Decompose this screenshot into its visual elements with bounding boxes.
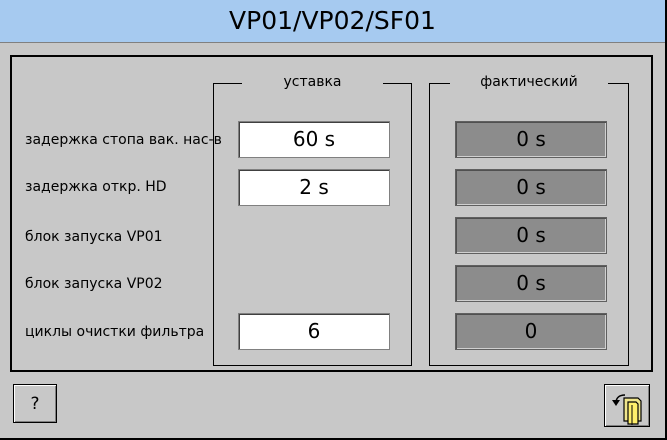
page-title: VP01/VP02/SF01 bbox=[229, 6, 436, 35]
setpoint-hd-open-delay[interactable]: 2 s bbox=[238, 169, 390, 206]
actual-vp02-start-block: 0 s bbox=[455, 265, 607, 302]
row-label-vp02-start-block: блок запуска VP02 bbox=[25, 276, 163, 292]
screen: VP01/VP02/SF01 уставка фактический задер… bbox=[0, 0, 665, 438]
setpoint-vacuum-stop-delay[interactable]: 60 s bbox=[238, 121, 390, 158]
row-label-vacuum-stop-delay: задержка стопа вак. нас-в bbox=[25, 132, 222, 148]
back-button[interactable] bbox=[604, 384, 650, 427]
actual-hd-open-delay: 0 s bbox=[455, 169, 607, 206]
actual-vacuum-stop-delay: 0 s bbox=[455, 121, 607, 158]
setpoint-filter-cleaning-cycles[interactable]: 6 bbox=[238, 313, 390, 350]
row-label-hd-open-delay: задержка откр. HD bbox=[25, 179, 167, 195]
help-button[interactable]: ? bbox=[13, 384, 57, 423]
actual-filter-cleaning-cycles: 0 bbox=[455, 313, 607, 350]
row-label-vp01-start-block: блок запуска VP01 bbox=[25, 229, 163, 245]
back-document-icon bbox=[612, 394, 642, 425]
actual-column-title: фактический bbox=[480, 74, 578, 90]
row-label-filter-cleaning-cycles: циклы очистки фильтра bbox=[25, 324, 205, 340]
title-bar: VP01/VP02/SF01 bbox=[0, 0, 665, 43]
setpoint-column-title: уставка bbox=[283, 74, 342, 90]
actual-vp01-start-block: 0 s bbox=[455, 217, 607, 254]
